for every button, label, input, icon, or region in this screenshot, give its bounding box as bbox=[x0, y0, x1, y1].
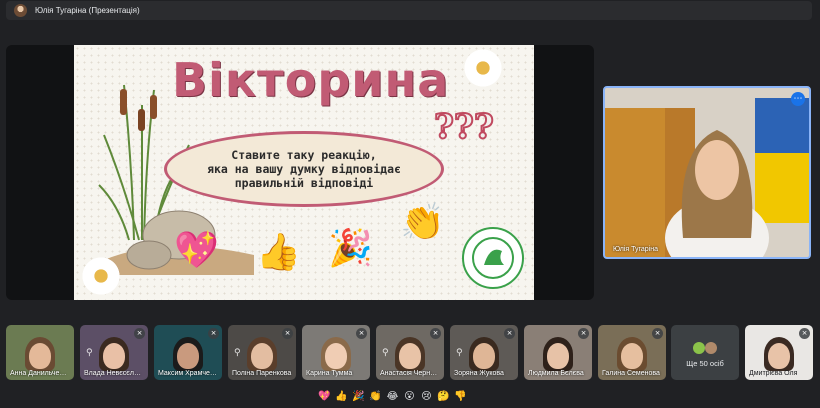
participant-avatar bbox=[693, 342, 705, 354]
participant-name: Галина Семенова bbox=[602, 370, 660, 377]
laugh-reaction-button[interactable]: 😂 bbox=[386, 391, 399, 402]
slide-title: Вікторина bbox=[172, 53, 450, 107]
presenter-name: Юлія Тугаріна bbox=[613, 246, 659, 253]
thumbs-up-reaction-button[interactable]: 👍 bbox=[335, 391, 348, 402]
participant-name: Анастасія Чернова bbox=[380, 370, 440, 377]
pin-icon[interactable]: ⚲ bbox=[382, 347, 389, 358]
heart-reaction-button[interactable]: 💖 bbox=[318, 391, 331, 402]
participant-tile[interactable]: ⚲ ⨯ Влада Невєсєлова bbox=[80, 325, 148, 380]
clapping-hands-icon: 👏 bbox=[400, 202, 445, 243]
instruction-line-2: яка на вашу думку відповідає bbox=[207, 162, 401, 176]
participant-tile[interactable]: ⨯ Максим Храмченко bbox=[154, 325, 222, 380]
mic-off-icon: ⨯ bbox=[356, 328, 367, 339]
presenter-bar: Юлія Тугаріна (Презентація) bbox=[6, 1, 812, 20]
slide-instruction: Ставите таку реакцію, яка на вашу думку … bbox=[164, 131, 444, 207]
participant-tile[interactable]: ⨯ Карина Тумма bbox=[302, 325, 370, 380]
participant-face bbox=[29, 343, 51, 369]
participant-face bbox=[251, 343, 273, 369]
organization-logo bbox=[462, 227, 524, 289]
thumbs-down-reaction-button[interactable]: 👎 bbox=[454, 391, 467, 402]
participant-name: Влада Невєсєлова bbox=[84, 370, 144, 377]
party-popper-icon: 🎉 bbox=[328, 228, 373, 269]
pin-icon[interactable]: ⚲ bbox=[456, 347, 463, 358]
mic-off-icon: ⨯ bbox=[504, 328, 515, 339]
question-marks: ??? bbox=[433, 106, 495, 148]
daisy-illustration bbox=[462, 47, 504, 89]
participant-face bbox=[325, 343, 347, 369]
participant-face bbox=[177, 343, 199, 369]
mic-off-icon: ⨯ bbox=[430, 328, 441, 339]
participant-name: Карина Тумма bbox=[306, 370, 353, 377]
more-options-icon[interactable]: ⋯ bbox=[791, 92, 805, 106]
participant-name: Максим Храмченко bbox=[158, 370, 218, 377]
heart-icon: 💖 bbox=[174, 230, 219, 271]
participant-tile[interactable]: ⨯ Галина Семенова bbox=[598, 325, 666, 380]
presenter-avatar bbox=[14, 4, 27, 17]
participant-name: Поліна Паренкова bbox=[232, 370, 292, 377]
participant-tile[interactable]: Анна Данильченко bbox=[6, 325, 74, 380]
participant-name: Дмитрієва Оля bbox=[749, 370, 798, 377]
thinking-reaction-button[interactable]: 🤔 bbox=[437, 391, 450, 402]
pin-icon[interactable]: ⚲ bbox=[234, 347, 241, 358]
mic-off-icon: ⨯ bbox=[799, 328, 810, 339]
clap-reaction-button[interactable]: 👏 bbox=[369, 391, 382, 402]
party-reaction-button[interactable]: 🎉 bbox=[352, 391, 365, 402]
mic-off-icon: ⨯ bbox=[282, 328, 293, 339]
shared-screen[interactable]: Вікторина Ставите таку реакцію, яка на в… bbox=[6, 45, 594, 300]
instruction-line-1: Ставите таку реакцію, bbox=[231, 148, 377, 162]
more-participants-label: Ще 50 осіб bbox=[686, 359, 724, 368]
more-participants-tile[interactable]: Ще 50 осіб bbox=[671, 325, 739, 380]
daisy-illustration bbox=[80, 255, 122, 297]
participant-tile[interactable]: ⚲ ⨯ Зоряна Жукова bbox=[450, 325, 518, 380]
participant-tile[interactable]: ⚲ ⨯ Анастасія Чернова bbox=[376, 325, 444, 380]
participant-face bbox=[621, 343, 643, 369]
presenter-title: Юлія Тугаріна (Презентація) bbox=[35, 6, 140, 15]
participant-name: Зоряна Жукова bbox=[454, 370, 504, 377]
participant-name: Людмила Бєлєва bbox=[528, 370, 584, 377]
participant-name: Анна Данильченко bbox=[10, 370, 70, 377]
reactions-bar: 💖 👍 🎉 👏 😂 😮 😢 🤔 👎 bbox=[318, 388, 467, 405]
mic-off-icon: ⨯ bbox=[652, 328, 663, 339]
pin-icon[interactable]: ⚲ bbox=[86, 347, 93, 358]
mic-off-icon: ⨯ bbox=[578, 328, 589, 339]
surprised-reaction-button[interactable]: 😮 bbox=[403, 391, 416, 402]
mic-off-icon: ⨯ bbox=[208, 328, 219, 339]
participant-face bbox=[473, 343, 495, 369]
instruction-line-3: правильній відповіді bbox=[234, 176, 374, 190]
participant-avatar bbox=[705, 342, 717, 354]
thumbs-up-icon: 👍 bbox=[256, 232, 301, 273]
participant-face bbox=[547, 343, 569, 369]
presenter-video bbox=[605, 88, 809, 257]
participant-face bbox=[103, 343, 125, 369]
participant-tile[interactable]: ⨯ Людмила Бєлєва bbox=[524, 325, 592, 380]
participant-face bbox=[768, 343, 790, 369]
participant-face bbox=[399, 343, 421, 369]
participant-tile[interactable]: ⚲ ⨯ Поліна Паренкова bbox=[228, 325, 296, 380]
mic-off-icon: ⨯ bbox=[134, 328, 145, 339]
presenter-camera-tile[interactable]: ⋯ Юлія Тугаріна bbox=[603, 86, 811, 259]
sad-reaction-button[interactable]: 😢 bbox=[420, 391, 433, 402]
quiz-slide: Вікторина Ставите таку реакцію, яка на в… bbox=[74, 45, 534, 300]
participant-tile[interactable]: ⨯ Дмитрієва Оля bbox=[745, 325, 813, 380]
